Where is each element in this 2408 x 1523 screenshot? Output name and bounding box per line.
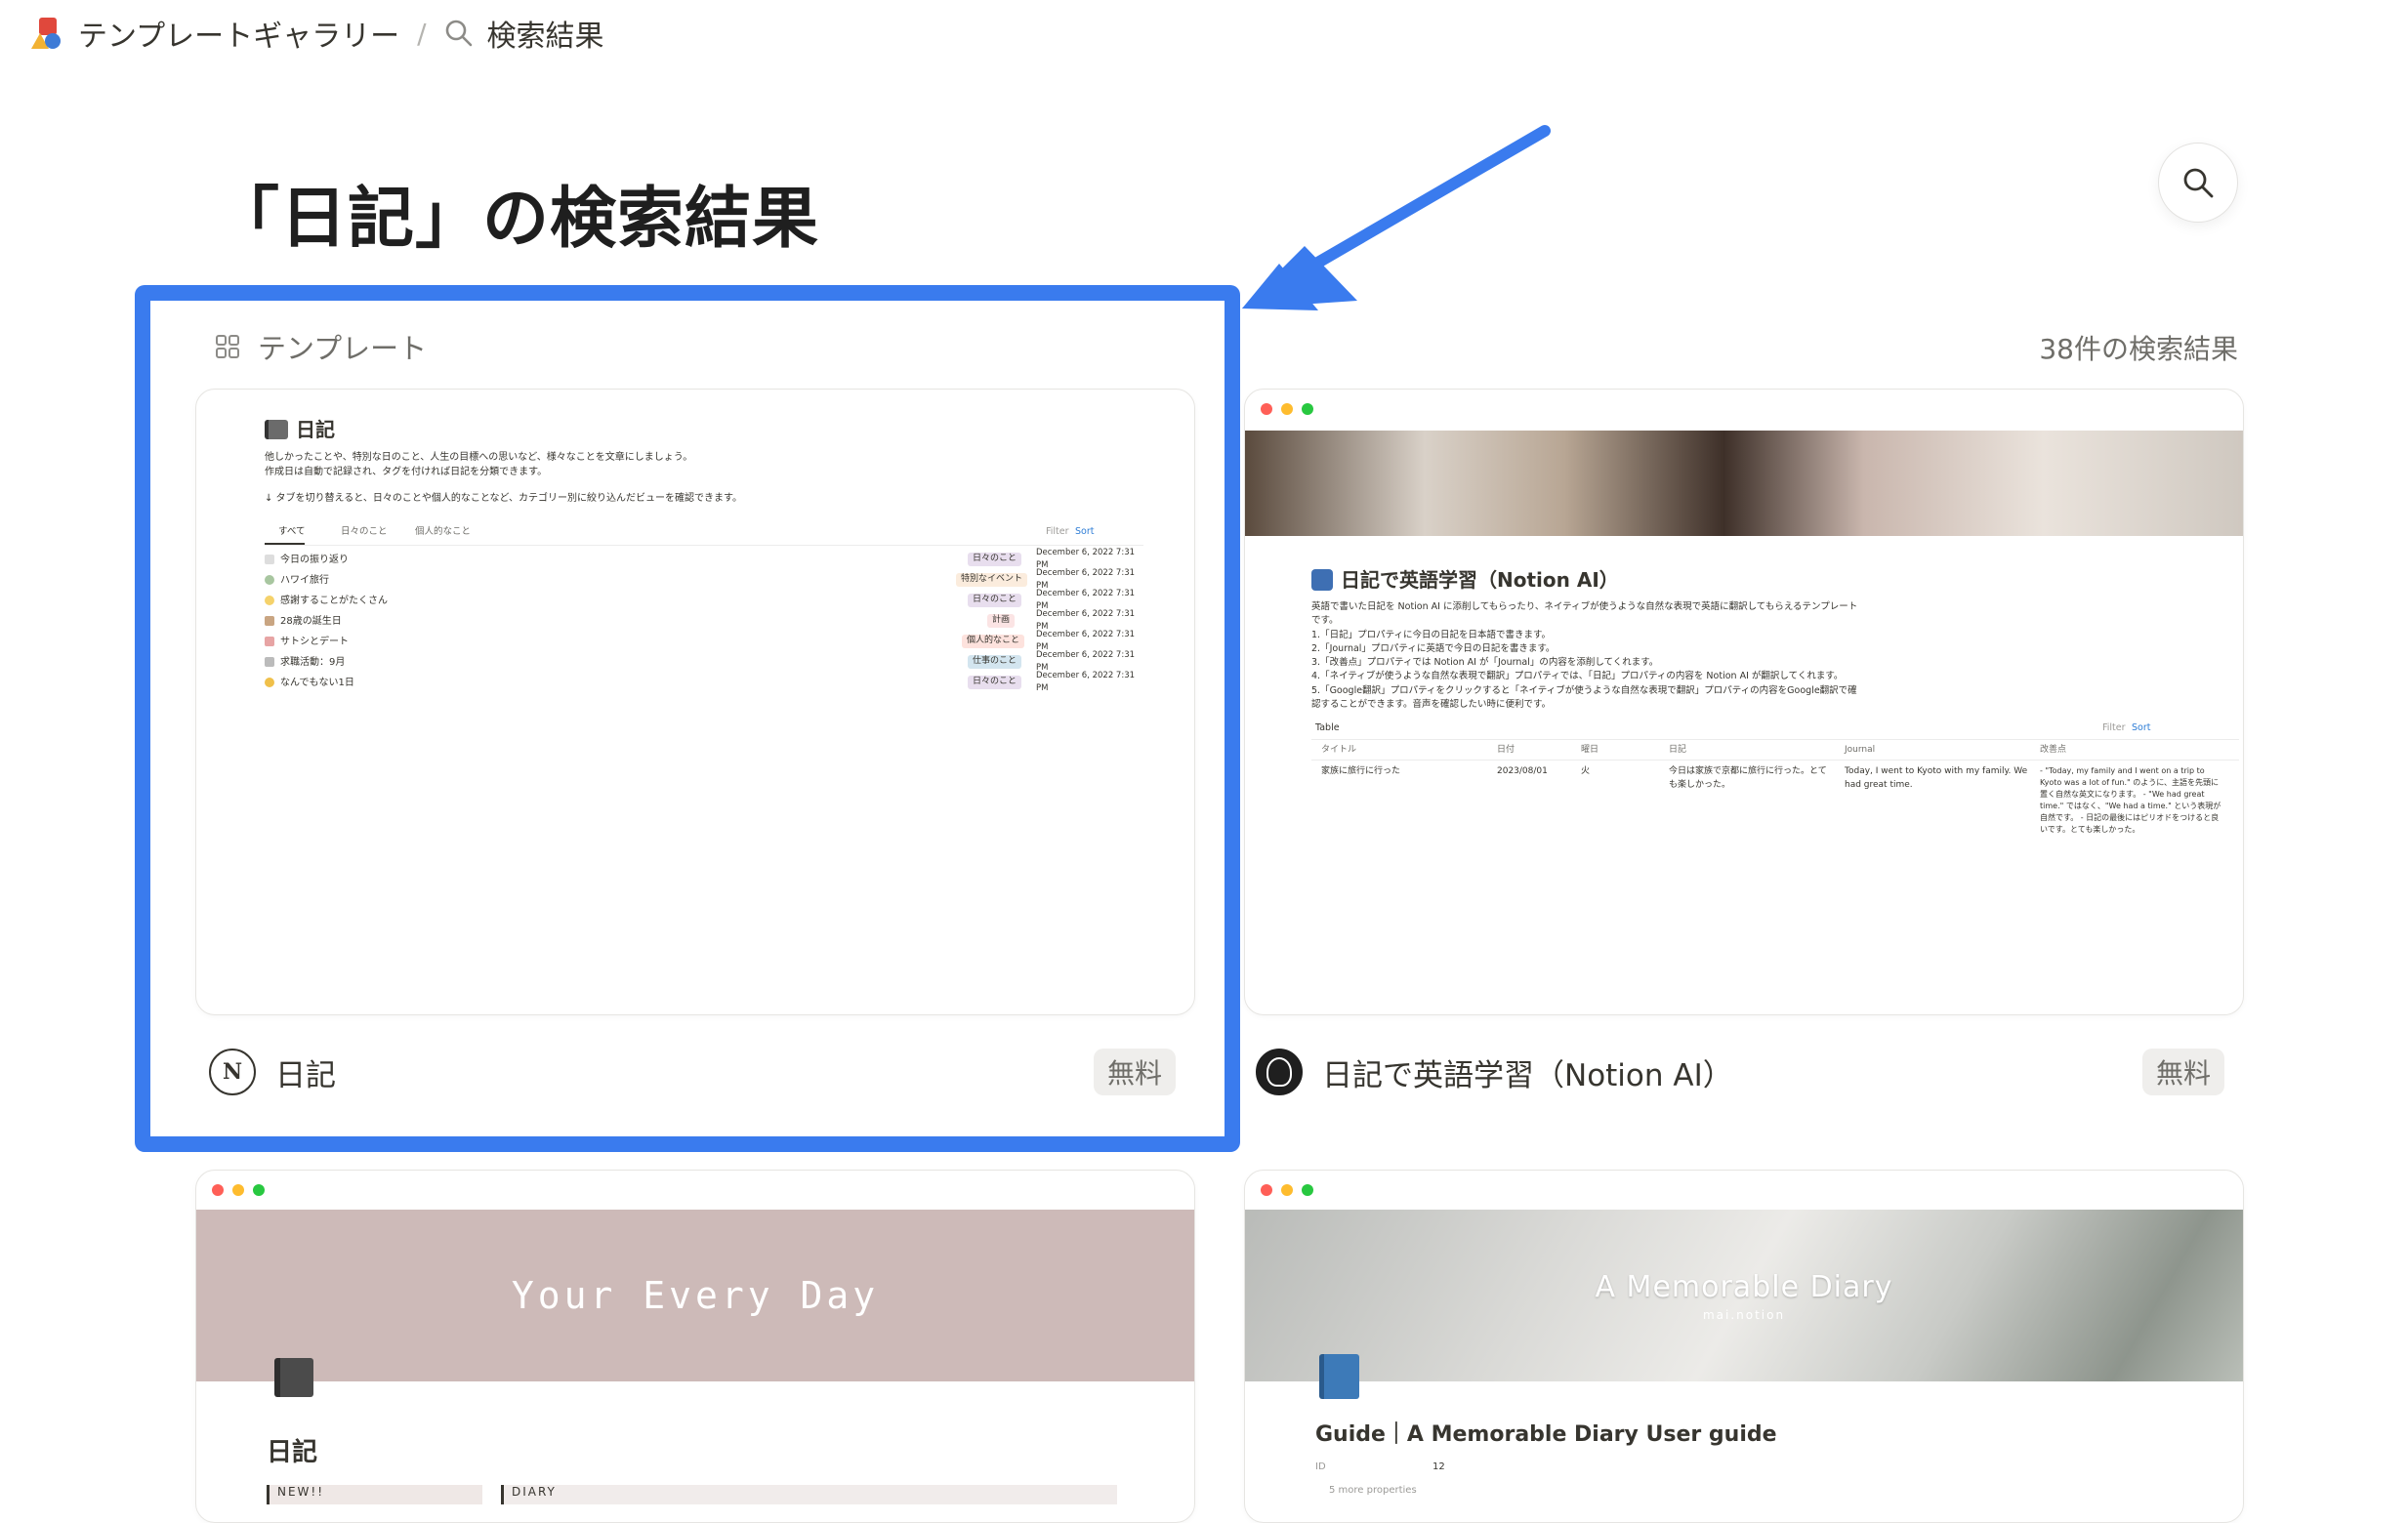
preview-row: なんでもない1日 日々のこと December 6, 2022 7:31 PM (265, 671, 1143, 693)
template-card-your-every-day[interactable]: Your Every Day 日記 NEW!! DIARY (195, 1170, 1195, 1523)
notebook-icon (265, 420, 288, 439)
breadcrumb-gallery-link[interactable]: テンプレートギャラリー (78, 12, 399, 55)
preview-column: 日付 (1497, 745, 1515, 755)
price-badge: 無料 (2142, 1049, 2225, 1095)
preview-view-tab: Table (1315, 722, 1340, 733)
template-card-english-diary[interactable]: 日記で英語学習（Notion AI） 英語で書いた日記を Notion AI に… (1244, 389, 2244, 1015)
preview-title: 日記で英語学習（Notion AI） (1341, 568, 1619, 592)
avatar-icon (1256, 1049, 1303, 1095)
window-dots (1261, 1184, 1313, 1196)
preview-column-new: NEW!! (267, 1485, 482, 1504)
banner-text: A Memorable Diary (1595, 1269, 1893, 1304)
section-header: テンプレート (215, 326, 427, 367)
template-card-memorable-diary[interactable]: A Memorable Diary mai.notion Guide｜A Mem… (1244, 1170, 2244, 1523)
preview-row: 28歳の誕生日 計画 December 6, 2022 7:31 PM (265, 609, 1143, 632)
preview-column: タイトル (1321, 745, 1357, 755)
card-name[interactable]: 日記で英語学習（Notion AI） (1322, 1050, 1733, 1094)
preview-tab-all: すべて (265, 525, 306, 546)
breadcrumb-separator: / (417, 17, 427, 50)
preview-column: 日記 (1669, 745, 1687, 755)
notion-icon: N (209, 1049, 256, 1095)
page-title: 「日記」の検索結果 (213, 181, 820, 258)
preview-desc: 3.「改善点」プロパティでは Notion AI が「Journal」の内容を添… (1311, 657, 1659, 668)
card-preview: 日記 他しかったことや、特別な日のこと、人生の目標への思いなど、様々なことを文章… (265, 415, 1143, 702)
preview-title: 日記 (296, 418, 335, 441)
preview-cell: 今日は家族で京都に旅行に行った。とても楽しかった。 (1669, 766, 1827, 790)
preview-filter: Filter (2102, 722, 2126, 733)
result-count: 38件の検索結果 (2039, 333, 2238, 365)
arrow-annotation (1242, 125, 1551, 310)
preview-row: 求職活動：9月 仕事のこと December 6, 2022 7:31 PM (265, 650, 1143, 673)
template-card-diary[interactable]: 日記 他しかったことや、特別な日のこと、人生の目標への思いなど、様々なことを文章… (195, 389, 1195, 1015)
cover-image: A Memorable Diary mai.notion (1245, 1210, 2243, 1381)
preview-column-diary: DIARY (501, 1485, 1117, 1504)
preview-cell: 家族に旅行に行った (1321, 766, 1401, 776)
window-dots (212, 1184, 265, 1196)
preview-desc: 5.「Google翻訳」プロパティをクリックすると「ネイティブが使うような自然な… (1311, 684, 1857, 710)
preview-row: 今日の振り返り 日々のこと December 6, 2022 7:31 PM (265, 548, 1143, 570)
preview-desc2: 作成日は自動で記録され、タグを付ければ日記を分類できます。 (265, 467, 548, 477)
preview-desc: 4.「ネイティブが使うような自然な表現で翻訳」プロパティでは、「日記」プロパティ… (1311, 671, 1844, 682)
preview-filter: Filter (1046, 526, 1069, 537)
preview-table: 今日の振り返り 日々のこと December 6, 2022 7:31 PM ハワイ… (265, 546, 1143, 702)
book-icon (274, 1358, 313, 1397)
preview-more-props: 5 more properties (1329, 1485, 1417, 1496)
preview-prop-label: ID (1315, 1461, 1326, 1472)
preview-desc3: ↓ タブを切り替えると、日々のことや個人的なことなど、カテゴリー別に絞り込んだビ… (265, 493, 743, 504)
preview-table: タイトル 日付 曜日 日記 Journal 改善点 家族に旅行に行った 2023… (1311, 740, 2239, 857)
breadcrumb-search-icon (444, 19, 474, 48)
card-footer-english-diary[interactable]: 日記で英語学習（Notion AI） (1256, 1043, 1733, 1101)
card-preview: 日記で英語学習（Notion AI） 英語で書いた日記を Notion AI に… (1311, 565, 2239, 857)
search-button[interactable] (2158, 143, 2238, 223)
preview-row: 感謝することがたくさん 日々のこと December 6, 2022 7:31 PM (265, 589, 1143, 611)
preview-cell: 2023/08/01 (1497, 766, 1548, 776)
preview-title: 日記 (267, 1438, 318, 1467)
gallery-logo-icon (29, 16, 64, 51)
price-badge: 無料 (1094, 1049, 1177, 1095)
preview-tab-personal: 個人的なこと (415, 526, 472, 537)
preview-desc: 2.「Journal」プロパティに英語で今日の日記を書きます。 (1311, 642, 1556, 654)
preview-cell: - "Today, my family and I went on a trip… (2040, 766, 2221, 834)
breadcrumb: テンプレートギャラリー / 検索結果 (29, 12, 604, 55)
preview-column: 改善点 (2040, 745, 2067, 755)
preview-sort: Sort (1075, 526, 1095, 537)
section-label: テンプレート (258, 332, 428, 365)
grid-icon (216, 335, 239, 358)
preview-desc: 英語で書いた日記を Notion AI に添削してもらったり、ネイティブが使うよ… (1311, 601, 1858, 627)
card-footer-diary[interactable]: N 日記 (209, 1043, 336, 1101)
breadcrumb-current[interactable]: 検索結果 (487, 12, 604, 55)
cover-banner: Your Every Day (196, 1210, 1194, 1381)
banner-text: Your Every Day (511, 1274, 880, 1317)
banner-subtext: mai.notion (1702, 1307, 1786, 1322)
window-dots (1261, 403, 1313, 415)
ai-icon (1311, 569, 1333, 591)
cover-image (1245, 431, 2243, 536)
search-icon (2183, 168, 2214, 198)
preview-tab-daily: 日々のこと (341, 526, 388, 537)
preview-column: 曜日 (1581, 745, 1599, 755)
preview-cell: 火 (1581, 766, 1591, 776)
preview-cell: Today, I went to Kyoto with my family. W… (1845, 766, 2028, 790)
preview-row: ハワイ旅行 特別なイベント December 6, 2022 7:31 PM (265, 568, 1143, 591)
preview-prop-value: 12 (1432, 1461, 1445, 1472)
preview-desc: 1.「日記」プロパティに今日の日記を日本語で書きます。 (1311, 629, 1552, 640)
preview-sort: Sort (2132, 722, 2151, 733)
book-icon (1319, 1354, 1359, 1399)
preview-desc1: 他しかったことや、特別な日のこと、人生の目標への思いなど、様々なことを文章にしま… (265, 452, 693, 463)
card-name[interactable]: 日記 (275, 1050, 336, 1094)
preview-column: Journal (1845, 745, 1876, 755)
preview-row: サトシとデート 個人的なこと December 6, 2022 7:31 PM (265, 630, 1143, 652)
preview-title: Guide｜A Memorable Diary User guide (1315, 1422, 1777, 1447)
